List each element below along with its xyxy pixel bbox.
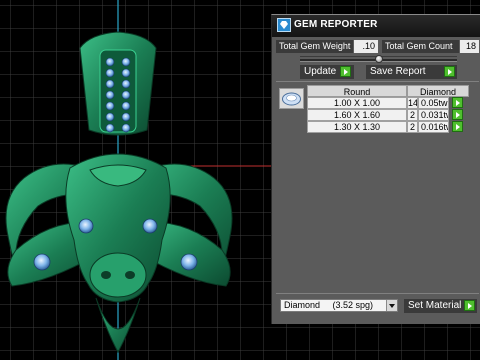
- table-row-weight: 0.016tw: [418, 121, 449, 133]
- panel-titlebar[interactable]: GEM REPORTER: [272, 15, 480, 37]
- panel-slider-knob[interactable]: [375, 55, 383, 63]
- set-material-button-label: Set Material: [408, 300, 462, 311]
- divider-bottom: [276, 293, 479, 294]
- play-arrow-icon[interactable]: [340, 66, 351, 77]
- table-row-weight: 0.05tw: [418, 97, 449, 109]
- play-arrow-icon[interactable]: [452, 109, 463, 120]
- gem-reporter-panel: GEM REPORTER Total Gem Weight .10 Total …: [271, 14, 480, 324]
- round-gem-icon[interactable]: [279, 88, 304, 109]
- play-arrow-icon[interactable]: [452, 97, 463, 108]
- table-row-count: 2: [407, 109, 418, 121]
- total-gem-count-value: 18: [460, 40, 479, 53]
- play-arrow-icon[interactable]: [452, 121, 463, 132]
- table-row-size: 1.30 X 1.30: [307, 121, 407, 133]
- save-report-button-label: Save Report: [370, 66, 426, 77]
- total-gem-weight-value: .10: [354, 40, 378, 53]
- material-select-value: Diamond (3.52 spg): [284, 300, 374, 310]
- update-button[interactable]: Update: [300, 65, 354, 79]
- divider-mid: [276, 81, 479, 82]
- table-row-size: 1.00 X 1.00: [307, 97, 407, 109]
- table-row-count: 14: [407, 97, 418, 109]
- gem-reporter-icon: [277, 18, 291, 32]
- set-material-button[interactable]: Set Material: [404, 299, 477, 313]
- panel-title: GEM REPORTER: [294, 19, 378, 30]
- total-gem-count-label: Total Gem Count: [382, 40, 459, 53]
- play-arrow-icon[interactable]: [444, 66, 455, 77]
- table-row-size: 1.60 X 1.60: [307, 109, 407, 121]
- total-gem-weight-label: Total Gem Weight: [276, 40, 353, 53]
- table-row-count: 2: [407, 121, 418, 133]
- play-arrow-icon[interactable]: [464, 300, 475, 311]
- save-report-button[interactable]: Save Report: [366, 65, 457, 79]
- table-row-weight: 0.031tw: [418, 109, 449, 121]
- table-header-material: Diamond: [407, 85, 469, 97]
- chevron-down-icon[interactable]: [386, 300, 397, 311]
- table-header-shape: Round: [307, 85, 407, 97]
- update-button-label: Update: [304, 66, 337, 77]
- material-select[interactable]: Diamond (3.52 spg): [280, 299, 398, 312]
